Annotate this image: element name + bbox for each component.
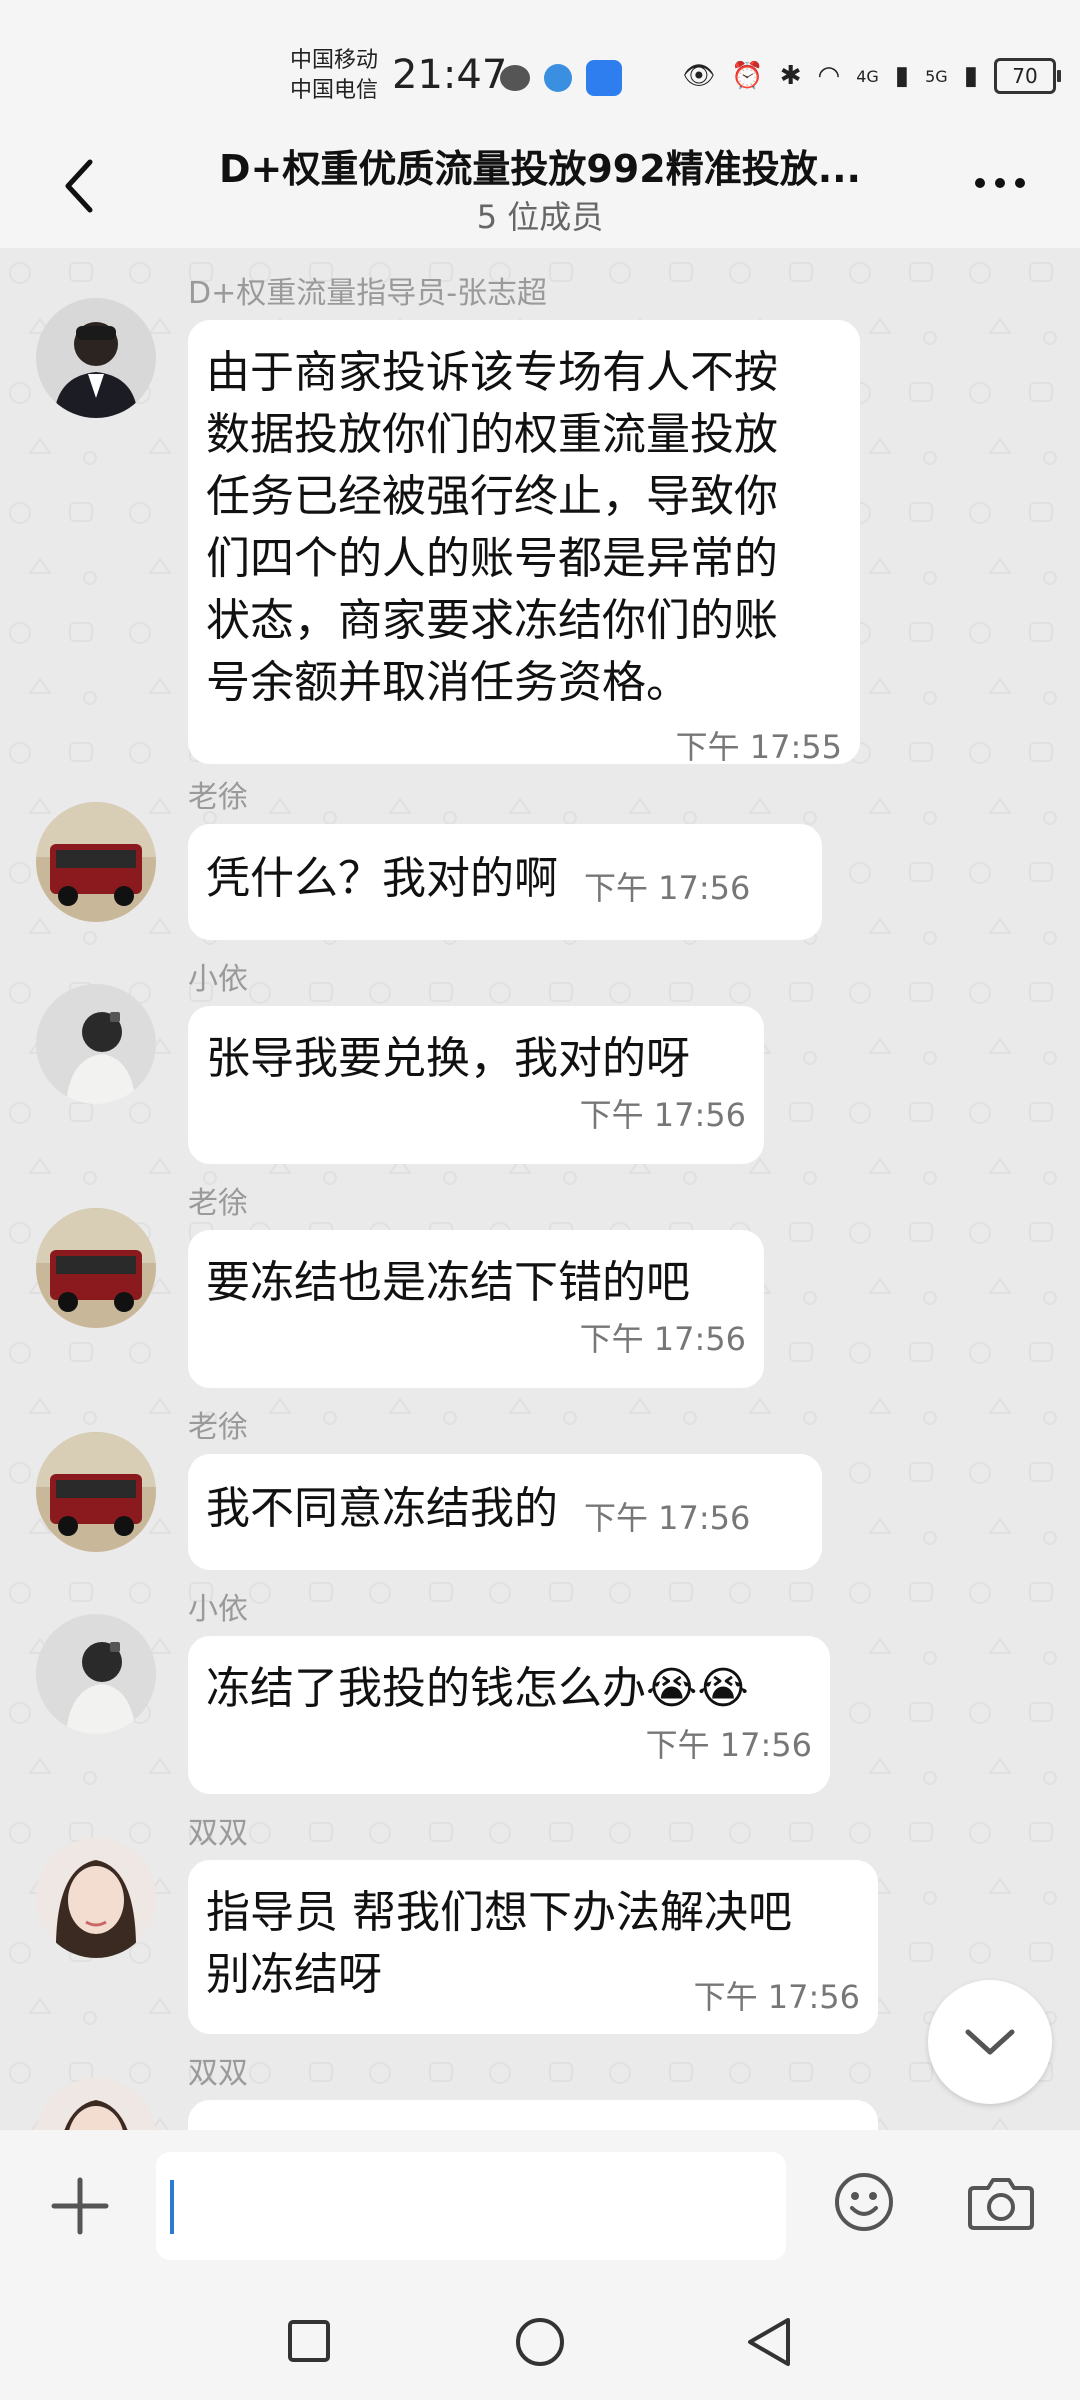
- message-bubble[interactable]: 要冻结也是冻结下错的吧 下午 17:56: [188, 1230, 764, 1388]
- avatar[interactable]: [36, 1614, 156, 1734]
- message-list[interactable]: D+权重流量指导员-张志超 由于商家投诉该专场有人不按 数据投放你们的权重流量投…: [0, 248, 1080, 2130]
- circle-icon: [516, 2318, 564, 2366]
- system-nav-bar: [0, 2282, 1080, 2400]
- message-bubble[interactable]: 我不同意冻结我的 下午 17:56: [188, 1454, 822, 1570]
- avatar[interactable]: [36, 984, 156, 1104]
- chevron-left-icon: [65, 159, 93, 213]
- member-count[interactable]: 5 位成员: [150, 192, 930, 238]
- sender-name: 小依: [188, 962, 248, 997]
- message-bubble[interactable]: 由于商家投诉该专场有人不按 数据投放你们的权重流量投放 任务已经被强行终止，导致…: [188, 320, 860, 766]
- app-weather-icon: [586, 60, 622, 96]
- carrier-labels: 中国移动 中国电信: [290, 46, 378, 106]
- plus-icon: [51, 2177, 109, 2235]
- wechat-icon: [500, 65, 530, 91]
- signal-4g: 4G: [856, 66, 879, 86]
- recents-button[interactable]: [286, 2318, 332, 2368]
- emoji-icon: [835, 2173, 893, 2231]
- message-bubble[interactable]: 张导我要兑换，我对的呀 下午 17:56: [188, 1006, 764, 1164]
- message-text: 我不同意冻结我的: [206, 1483, 558, 1534]
- message-text: 冻结了我投的钱怎么办😭😭: [206, 1663, 749, 1714]
- sender-name: 老徐: [188, 780, 248, 815]
- avatar[interactable]: [36, 1208, 156, 1328]
- status-bar: 中国移动 中国电信 21:47 👁 ⏰ ✱ ◠ 4G ▮ 5G ▮ 70: [0, 0, 1080, 118]
- message-bubble[interactable]: [188, 2100, 878, 2130]
- signal-bars-icon: ▮: [894, 61, 910, 91]
- wifi-icon: ◠: [817, 61, 841, 91]
- text-cursor: [170, 2180, 174, 2234]
- carrier-2: 中国电信: [290, 78, 379, 103]
- camera-icon: [968, 2178, 1034, 2230]
- chat-header: D+权重优质流量投放992精准投放... 5 位成员: [0, 118, 1080, 249]
- message-time: 下午 17:56: [579, 1320, 746, 1358]
- message-text: 要冻结也是冻结下错的吧: [206, 1257, 690, 1308]
- more-button[interactable]: [970, 168, 1030, 198]
- more-dots-icon: [975, 178, 985, 188]
- eye-icon: 👁: [682, 61, 716, 91]
- message-time: 下午 17:56: [584, 1499, 751, 1537]
- sender-name: D+权重流量指导员-张志超: [188, 276, 548, 311]
- notification-icons: [500, 60, 622, 96]
- message-time: 下午 17:56: [645, 1726, 812, 1764]
- signal-bars-icon: ▮: [963, 61, 978, 91]
- message-text: 凭什么？我对的啊: [206, 853, 558, 904]
- message-bubble[interactable]: 指导员 帮我们想下办法解决吧 别冻结呀 下午 17:56: [188, 1860, 878, 2034]
- emoji-button[interactable]: [832, 2170, 896, 2234]
- home-button[interactable]: [514, 2316, 566, 2372]
- system-icons: 👁 ⏰ ✱ ◠ 4G ▮ 5G ▮ 70: [682, 58, 1061, 94]
- app-blue-icon: [544, 64, 572, 92]
- message-bubble[interactable]: 凭什么？我对的啊 下午 17:56: [188, 824, 822, 940]
- attach-button[interactable]: [50, 2176, 110, 2236]
- message-text: 张导我要兑换，我对的呀: [206, 1033, 690, 1084]
- back-button[interactable]: [60, 156, 100, 216]
- alarm-icon: ⏰: [731, 61, 764, 91]
- message-bubble[interactable]: 冻结了我投的钱怎么办😭😭 下午 17:56: [188, 1636, 830, 1794]
- square-icon: [288, 2320, 330, 2362]
- sender-name: 老徐: [188, 1186, 248, 1221]
- message-time: 下午 17:55: [675, 728, 842, 766]
- carrier-1: 中国移动: [290, 48, 379, 73]
- bluetooth-icon: ✱: [779, 61, 802, 91]
- signal-5g: 5G: [925, 66, 948, 86]
- avatar[interactable]: [36, 1838, 156, 1958]
- back-nav-button[interactable]: [744, 2316, 794, 2372]
- input-bar: [0, 2130, 1080, 2282]
- chevron-down-icon: [965, 2029, 1015, 2055]
- clock: 21:47: [392, 52, 508, 98]
- avatar[interactable]: [36, 802, 156, 922]
- triangle-back-icon: [748, 2318, 790, 2366]
- message-text: 由于商家投诉该专场有人不按 数据投放你们的权重流量投放 任务已经被强行终止，导致…: [206, 347, 778, 708]
- sender-name: 老徐: [188, 1410, 248, 1445]
- camera-button[interactable]: [966, 2172, 1036, 2232]
- message-time: 下午 17:56: [584, 869, 751, 907]
- message-input[interactable]: [156, 2152, 786, 2260]
- sender-name: 双双: [188, 1816, 248, 1851]
- sender-name: 小依: [188, 1592, 248, 1627]
- avatar[interactable]: [36, 298, 156, 418]
- battery-icon: 70: [994, 58, 1061, 94]
- sender-name: 双双: [188, 2056, 248, 2091]
- avatar[interactable]: [36, 1432, 156, 1552]
- group-title[interactable]: D+权重优质流量投放992精准投放...: [150, 138, 930, 193]
- message-time: 下午 17:56: [579, 1096, 746, 1134]
- scroll-to-bottom-button[interactable]: [928, 1980, 1052, 2104]
